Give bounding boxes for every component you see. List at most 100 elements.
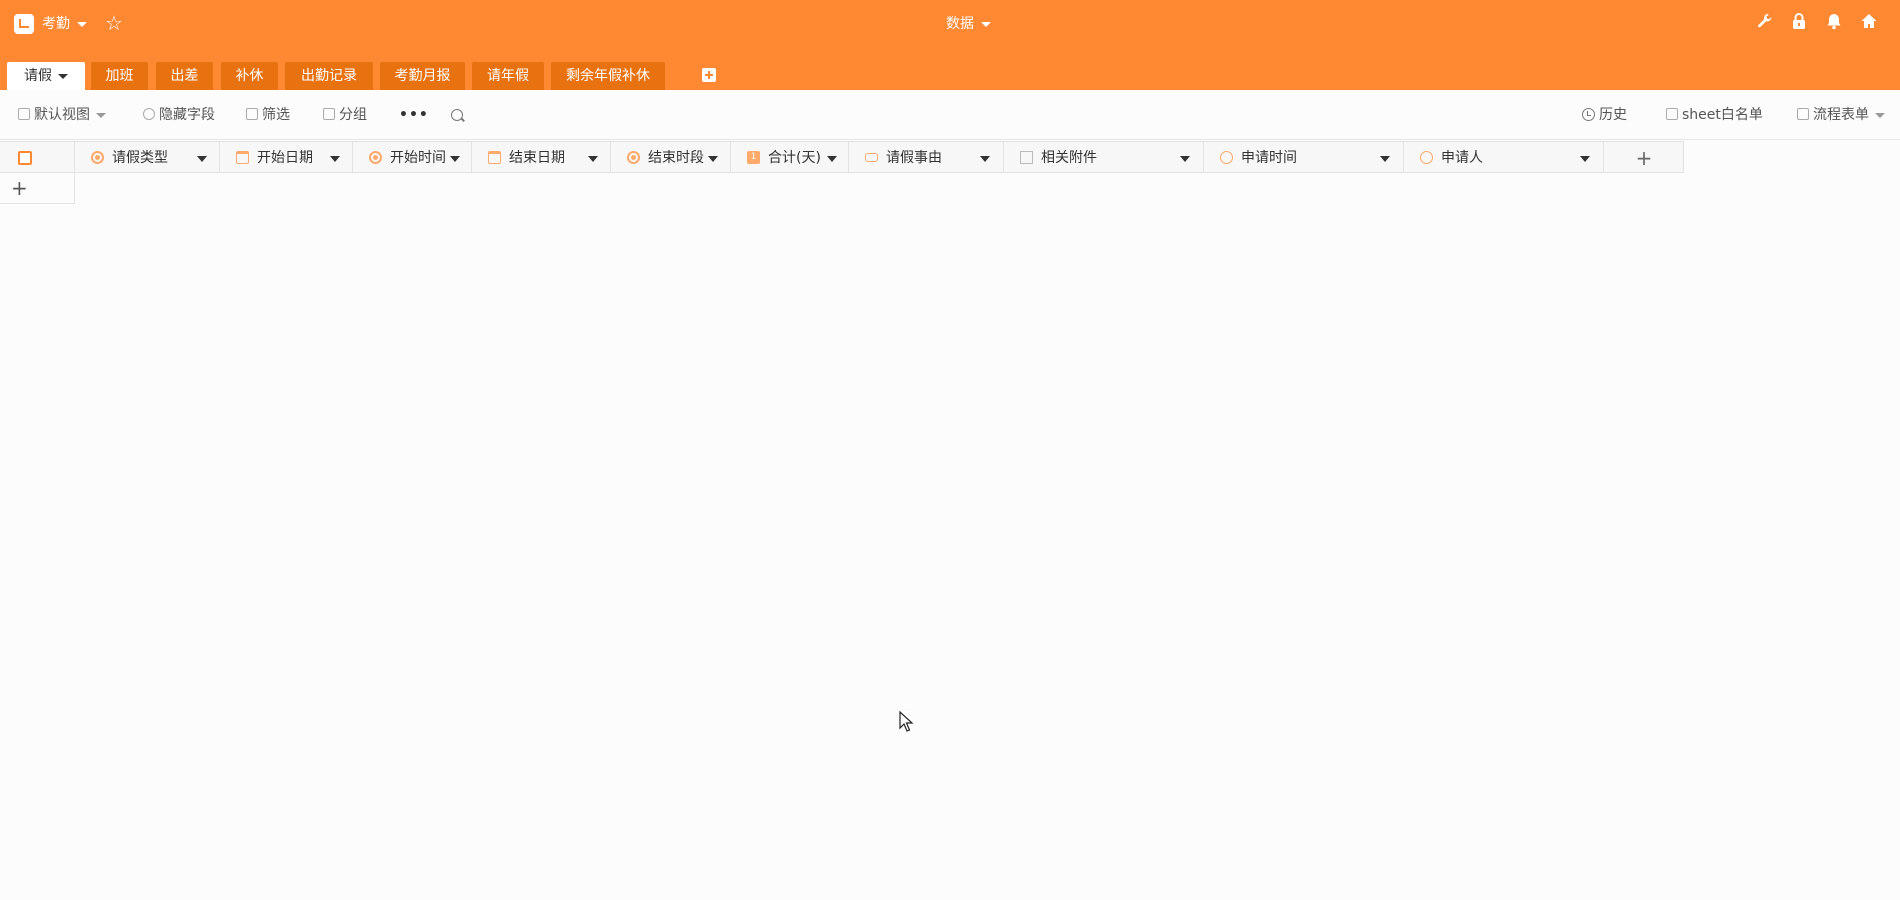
column-label: 合计(天) bbox=[768, 150, 821, 166]
user-icon bbox=[1420, 151, 1433, 164]
column-menu-chevron-icon[interactable] bbox=[450, 156, 460, 162]
checklist-icon bbox=[1666, 108, 1678, 120]
tab-label: 补休 bbox=[235, 68, 264, 84]
column-menu-chevron-icon[interactable] bbox=[588, 156, 598, 162]
flow-form-label: 流程表单 bbox=[1813, 107, 1869, 123]
view-toolbar: 默认视图 隐藏字段 筛选 分组 ••• 历史 sheet白名单 流程表单 bbox=[0, 90, 1900, 140]
tab-label: 请年假 bbox=[487, 68, 529, 84]
lock-icon[interactable] bbox=[1788, 12, 1810, 36]
sheet-whitelist-button[interactable]: sheet白名单 bbox=[1666, 105, 1763, 125]
calendar-icon bbox=[236, 151, 249, 164]
tab-label: 出勤记录 bbox=[301, 68, 357, 84]
tab-compensatory-leave[interactable]: 补休 bbox=[221, 62, 278, 90]
column-header-leave-reason[interactable]: 请假事由 bbox=[849, 141, 1004, 173]
whitelist-label: sheet白名单 bbox=[1682, 107, 1763, 123]
single-select-icon bbox=[91, 151, 104, 164]
filter-button[interactable]: 筛选 bbox=[246, 105, 290, 125]
tab-overtime[interactable]: 加班 bbox=[91, 62, 148, 90]
tab-label: 请假 bbox=[24, 68, 52, 84]
calendar-icon bbox=[488, 151, 501, 164]
tab-attendance-records[interactable]: 出勤记录 bbox=[285, 62, 373, 90]
clock-history-icon bbox=[1582, 108, 1595, 121]
column-menu-chevron-icon[interactable] bbox=[330, 156, 340, 162]
view-selector[interactable]: 默认视图 bbox=[18, 105, 106, 125]
add-row-button[interactable]: + bbox=[0, 173, 75, 204]
home-icon[interactable] bbox=[1858, 12, 1880, 36]
hide-fields-button[interactable]: 隐藏字段 bbox=[143, 105, 215, 125]
column-label: 申请人 bbox=[1441, 150, 1483, 166]
column-header-total-days[interactable]: 1 合计(天) bbox=[731, 141, 849, 173]
column-header-start-date[interactable]: 开始日期 bbox=[220, 141, 353, 173]
column-label: 开始时间 bbox=[390, 150, 446, 166]
add-row-icon: + bbox=[11, 176, 28, 200]
table-view-icon bbox=[18, 108, 30, 120]
bell-icon[interactable] bbox=[1823, 12, 1845, 36]
single-select-icon bbox=[369, 151, 382, 164]
more-options-button[interactable]: ••• bbox=[399, 105, 429, 125]
tab-label: 出差 bbox=[170, 68, 199, 84]
top-header: 考勤 ☆ 数据 请假 加班 出差 补休 出勤记录 考勤月报 请年假 剩余年假补休 bbox=[0, 0, 1900, 90]
data-menu-title[interactable]: 数据 bbox=[946, 14, 974, 34]
tab-label: 剩余年假补休 bbox=[566, 68, 650, 84]
search-icon[interactable] bbox=[451, 109, 463, 121]
data-menu-chevron-down-icon[interactable] bbox=[981, 22, 991, 27]
column-header-leave-type[interactable]: 请假类型 bbox=[75, 141, 220, 173]
chevron-down-icon bbox=[96, 112, 106, 118]
history-button[interactable]: 历史 bbox=[1582, 105, 1627, 125]
tab-chevron-down-icon[interactable] bbox=[58, 73, 68, 79]
chevron-down-icon bbox=[1875, 112, 1885, 118]
column-label: 相关附件 bbox=[1041, 150, 1097, 166]
form-icon bbox=[1797, 108, 1809, 120]
wrench-icon[interactable] bbox=[1754, 12, 1776, 36]
column-menu-chevron-icon[interactable] bbox=[1580, 156, 1590, 162]
clock-icon bbox=[1220, 151, 1233, 164]
select-all-cell bbox=[0, 141, 75, 173]
tab-leave[interactable]: 请假 bbox=[7, 62, 85, 90]
column-label: 申请时间 bbox=[1241, 150, 1297, 166]
column-header-applicant[interactable]: 申请人 bbox=[1404, 141, 1604, 173]
column-header-end-date[interactable]: 结束日期 bbox=[472, 141, 611, 173]
column-label: 结束日期 bbox=[509, 150, 565, 166]
hide-fields-label: 隐藏字段 bbox=[159, 107, 215, 123]
column-menu-chevron-icon[interactable] bbox=[197, 156, 207, 162]
star-icon[interactable]: ☆ bbox=[105, 11, 123, 35]
tab-annual-leave[interactable]: 请年假 bbox=[472, 62, 544, 90]
column-label: 请假事由 bbox=[886, 150, 942, 166]
column-menu-chevron-icon[interactable] bbox=[1180, 156, 1190, 162]
column-label: 请假类型 bbox=[112, 150, 168, 166]
tab-label: 加班 bbox=[105, 68, 134, 84]
tab-label: 考勤月报 bbox=[394, 68, 451, 84]
history-label: 历史 bbox=[1599, 107, 1627, 123]
column-header-application-time[interactable]: 申请时间 bbox=[1204, 141, 1404, 173]
app-bar: 考勤 ☆ 数据 bbox=[0, 0, 1900, 48]
flow-form-button[interactable]: 流程表单 bbox=[1797, 105, 1885, 125]
single-select-icon bbox=[627, 151, 640, 164]
column-menu-chevron-icon[interactable] bbox=[827, 156, 837, 162]
column-menu-chevron-icon[interactable] bbox=[1380, 156, 1390, 162]
add-column-cell[interactable]: + bbox=[1604, 141, 1684, 173]
group-icon bbox=[323, 108, 335, 120]
filter-label: 筛选 bbox=[262, 107, 290, 123]
add-column-icon[interactable]: + bbox=[1604, 148, 1684, 168]
grid-header: 请假类型 开始日期 开始时间 结束日期 结束时段 1 合计(天) 请假事由 相关… bbox=[0, 141, 1684, 173]
tab-business-trip[interactable]: 出差 bbox=[156, 62, 213, 90]
app-name[interactable]: 考勤 bbox=[42, 14, 70, 34]
tab-monthly-report[interactable]: 考勤月报 bbox=[380, 62, 465, 90]
number-icon: 1 bbox=[747, 151, 760, 164]
column-label: 结束时段 bbox=[648, 150, 704, 166]
column-header-attachments[interactable]: 相关附件 bbox=[1004, 141, 1204, 173]
app-logo-icon[interactable] bbox=[14, 14, 34, 34]
column-header-end-period[interactable]: 结束时段 bbox=[611, 141, 731, 173]
column-menu-chevron-icon[interactable] bbox=[980, 156, 990, 162]
group-button[interactable]: 分组 bbox=[323, 105, 367, 125]
select-all-checkbox[interactable] bbox=[18, 151, 32, 165]
group-label: 分组 bbox=[339, 107, 367, 123]
tab-remaining-leave[interactable]: 剩余年假补休 bbox=[551, 62, 665, 90]
eye-icon bbox=[143, 108, 155, 120]
column-menu-chevron-icon[interactable] bbox=[708, 156, 718, 162]
app-chevron-down-icon[interactable] bbox=[77, 22, 87, 27]
attachment-image-icon bbox=[1020, 151, 1033, 164]
column-header-start-time[interactable]: 开始时间 bbox=[353, 141, 472, 173]
add-tab-icon[interactable] bbox=[702, 68, 716, 82]
view-label: 默认视图 bbox=[34, 107, 90, 123]
